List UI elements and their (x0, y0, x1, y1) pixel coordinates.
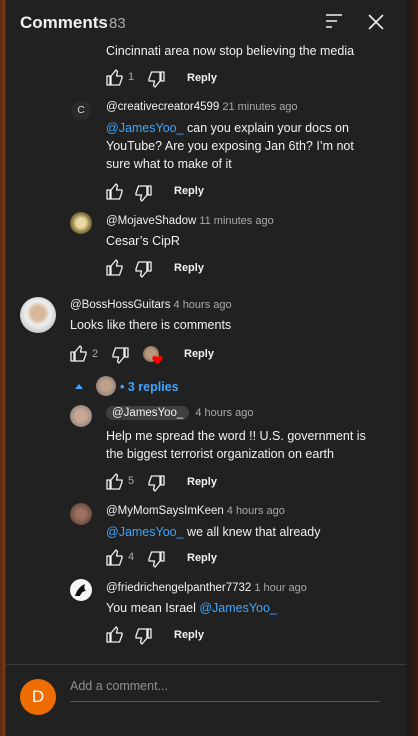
close-icon[interactable] (366, 12, 386, 32)
reply-button[interactable]: Reply (187, 476, 217, 488)
comment-text: @JamesYoo_ we all knew that already (106, 523, 320, 541)
reply-button[interactable]: Reply (174, 629, 204, 641)
comment-text: Cesar’s CipR (106, 234, 180, 248)
like-icon[interactable] (70, 345, 88, 362)
comment-author[interactable]: @friedrichengelpanther7732 (106, 582, 251, 594)
mention-link[interactable]: @JamesYoo_ (199, 601, 277, 615)
like-icon[interactable] (106, 69, 124, 86)
replies-toggle[interactable]: • 3 replies (74, 376, 194, 398)
dislike-icon[interactable] (111, 347, 129, 364)
dislike-icon[interactable] (147, 551, 165, 568)
avatar[interactable] (70, 503, 92, 525)
comment-count: 83 (109, 15, 126, 32)
panther-logo-icon (75, 584, 86, 596)
comment-text-line: the biggest terrorist organization on ea… (106, 447, 334, 461)
add-comment-input[interactable]: Add a comment... (70, 679, 380, 702)
dislike-icon[interactable] (134, 628, 152, 645)
like-icon[interactable] (106, 549, 124, 566)
dislike-icon[interactable] (147, 475, 165, 492)
comment-text: Looks like there is comments (70, 318, 232, 332)
sort-icon[interactable] (324, 12, 344, 30)
reply-button[interactable]: Reply (174, 185, 204, 197)
avatar-letter: C (77, 105, 85, 116)
comment-author[interactable]: @creativecreator4599 (106, 101, 219, 113)
comment-time[interactable]: 4 hours ago (227, 505, 285, 517)
comment-text-line: sure what to make of it (106, 157, 232, 171)
user-avatar[interactable]: D (20, 679, 56, 715)
comment-text-line: You mean Israel (106, 601, 196, 615)
reply-button[interactable]: Reply (187, 552, 217, 564)
mention-link[interactable]: @JamesYoo_ (106, 121, 184, 135)
comment-time[interactable]: 4 hours ago (195, 407, 253, 419)
comments-header: Comments 83 (6, 0, 406, 44)
avatar[interactable] (20, 297, 56, 333)
heart-icon (152, 355, 163, 365)
comment-text-line: we all knew that already (187, 525, 321, 539)
like-count: 5 (128, 475, 135, 487)
like-count: 1 (128, 71, 135, 83)
comment-author-line: @creativecreator4599 21 minutes ago (106, 101, 298, 113)
dislike-icon[interactable] (134, 185, 152, 202)
comment-text: Cincinnati area now stop believing the m… (106, 44, 355, 58)
reply-button[interactable]: Reply (184, 348, 214, 360)
panel-title: Comments (20, 13, 108, 32)
like-icon[interactable] (106, 473, 124, 490)
comment-author-line: @friedrichengelpanther7732 1 hour ago (106, 582, 307, 594)
comment-author[interactable]: @MojaveShadow (106, 215, 196, 227)
comment-text: @JamesYoo_ can you explain your docs on (106, 119, 349, 137)
comment-author[interactable]: @MyMomSaysImKeen (106, 505, 224, 517)
like-icon[interactable] (106, 259, 124, 276)
like-count: 2 (92, 348, 99, 360)
avatar[interactable] (70, 405, 92, 427)
reply-button[interactable]: Reply (187, 72, 217, 84)
chevron-up-icon (74, 383, 84, 390)
dislike-icon[interactable] (134, 261, 152, 278)
replies-toggle-label: • 3 replies (120, 380, 179, 394)
reply-button[interactable]: Reply (174, 262, 204, 274)
footer-divider (6, 664, 406, 665)
avatar[interactable] (70, 579, 92, 601)
comment-time[interactable]: 11 minutes ago (199, 215, 273, 227)
comments-panel: Comments 83 Cincinnati area now stop bel… (6, 0, 406, 736)
comment-time[interactable]: 1 hour ago (254, 582, 307, 594)
comment-author-line: @MojaveShadow 11 minutes ago (106, 215, 274, 227)
comment-author-line: @JamesYoo_ 4 hours ago (106, 406, 253, 420)
avatar[interactable]: C (71, 101, 91, 121)
comment-author[interactable]: @BossHossGuitars (70, 299, 171, 311)
comment-text-line: YouTube? Are you exposing Jan 6th? I’m n… (106, 139, 354, 153)
creator-author-chip[interactable]: @JamesYoo_ (106, 406, 190, 420)
avatar[interactable] (70, 212, 92, 234)
comment-text-line: Help me spread the word !! U.S. governme… (106, 429, 366, 443)
replies-count-label: 3 replies (127, 380, 179, 394)
comment-author-line: @MyMomSaysImKeen 4 hours ago (106, 505, 285, 517)
comment-time[interactable]: 4 hours ago (174, 299, 232, 311)
mention-link[interactable]: @JamesYoo_ (106, 525, 184, 539)
comment-text: You mean Israel @JamesYoo_ (106, 599, 277, 617)
comment-text-line: can you explain your docs on (187, 121, 349, 135)
like-icon[interactable] (106, 626, 124, 643)
creator-avatar (96, 376, 116, 396)
comment-time[interactable]: 21 minutes ago (222, 101, 297, 113)
like-icon[interactable] (106, 183, 124, 200)
like-count: 4 (128, 551, 135, 563)
comment-author-line: @BossHossGuitars 4 hours ago (70, 299, 232, 311)
dislike-icon[interactable] (147, 71, 165, 88)
